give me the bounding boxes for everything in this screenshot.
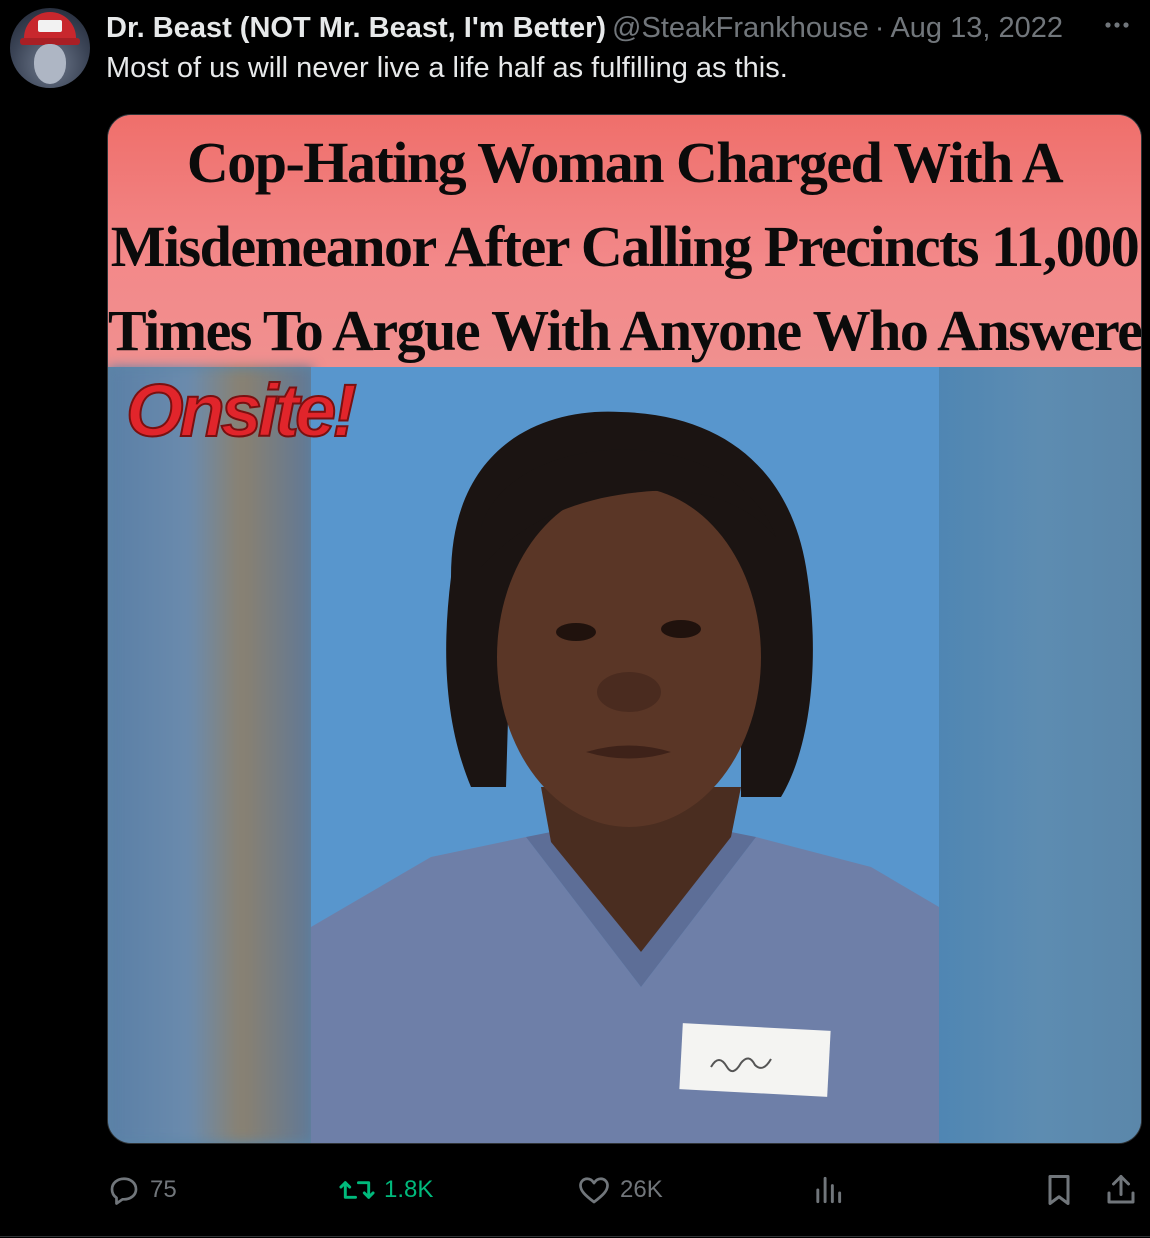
avatar-hat-patch bbox=[38, 20, 62, 32]
retweet-count: 1.8K bbox=[384, 1176, 434, 1203]
views-button[interactable] bbox=[812, 1170, 844, 1210]
tweet-header: Dr. Beast (NOT Mr. Beast, I'm Better) @S… bbox=[106, 10, 1136, 46]
heart-icon bbox=[576, 1172, 612, 1208]
author-display-name[interactable]: Dr. Beast (NOT Mr. Beast, I'm Better) bbox=[106, 12, 606, 45]
divider bbox=[0, 1236, 1150, 1237]
tweet-actions: 75 1.8K 26K bbox=[106, 1170, 1142, 1210]
tweet-text: Most of us will never live a life half a… bbox=[106, 52, 788, 84]
like-button[interactable]: 26K bbox=[576, 1170, 663, 1210]
analytics-icon bbox=[812, 1172, 844, 1208]
author-handle[interactable]: @SteakFrankhouse bbox=[612, 12, 869, 45]
mugshot-photo-area: Onsite! bbox=[108, 367, 1141, 1143]
tweet-media-image[interactable]: Cop-Hating Woman Charged With A Misdemea… bbox=[107, 114, 1142, 1144]
reply-icon bbox=[106, 1172, 142, 1208]
retweet-icon bbox=[338, 1172, 376, 1208]
tweet: Dr. Beast (NOT Mr. Beast, I'm Better) @S… bbox=[0, 0, 1150, 1238]
more-horizontal-icon[interactable] bbox=[1102, 10, 1132, 46]
share-icon bbox=[1104, 1172, 1138, 1208]
header-separator: · bbox=[874, 11, 885, 44]
avatar-face bbox=[34, 44, 66, 84]
mugshot-photo bbox=[311, 367, 939, 1143]
reply-count: 75 bbox=[150, 1176, 177, 1203]
headline-band: Cop-Hating Woman Charged With A Misdemea… bbox=[108, 115, 1141, 367]
blurred-background-right bbox=[938, 367, 1141, 1143]
mugshot-illustration bbox=[311, 367, 939, 1143]
blurred-background-left bbox=[108, 367, 313, 1143]
bookmark-button[interactable] bbox=[1042, 1170, 1076, 1210]
reply-button[interactable]: 75 bbox=[106, 1170, 177, 1210]
headline: Cop-Hating Woman Charged With A Misdemea… bbox=[108, 121, 1141, 373]
headline-line-3: Times To Argue With Anyone Who Answered bbox=[108, 298, 1142, 363]
avatar[interactable] bbox=[10, 8, 90, 88]
bookmark-icon bbox=[1042, 1172, 1076, 1208]
retweet-button[interactable]: 1.8K bbox=[338, 1170, 433, 1210]
onsite-logo: Onsite! bbox=[125, 369, 358, 452]
like-count: 26K bbox=[620, 1176, 663, 1203]
headline-line-1: Cop-Hating Woman Charged With A bbox=[186, 130, 1064, 195]
share-button[interactable] bbox=[1104, 1170, 1138, 1210]
tweet-date[interactable]: Aug 13, 2022 bbox=[890, 12, 1063, 45]
headline-line-2: Misdemeanor After Calling Precincts 11,0… bbox=[110, 214, 1140, 279]
